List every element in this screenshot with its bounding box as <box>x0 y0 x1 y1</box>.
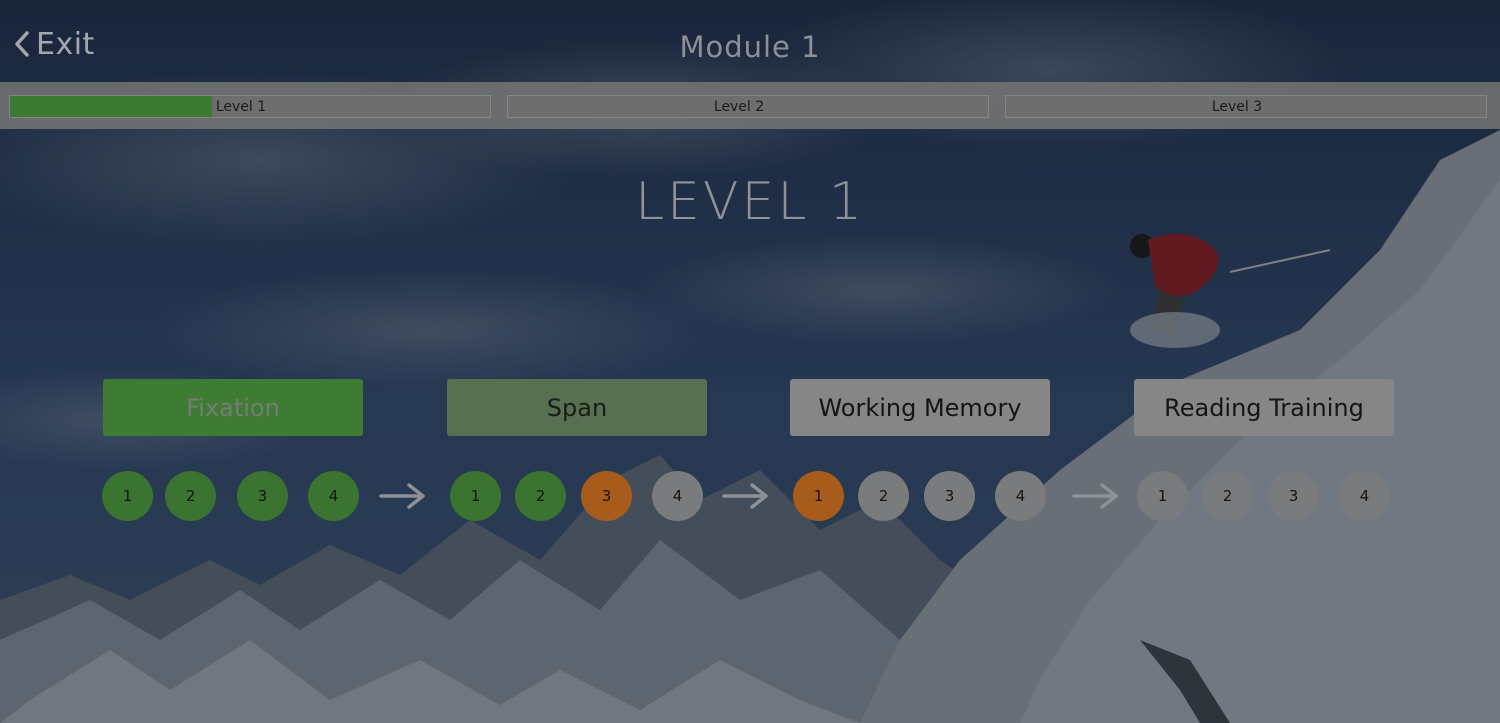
arrow-right-icon <box>722 483 768 509</box>
level-1-progress-label: Level 1 <box>215 98 267 115</box>
level-heading: LEVEL 1 <box>635 172 865 232</box>
arrow-right-icon <box>379 483 425 509</box>
span-step-3[interactable]: 3 <box>581 471 632 521</box>
reading-training-step-4[interactable]: 4 <box>1339 471 1390 521</box>
reading-training-step-3[interactable]: 3 <box>1268 471 1319 521</box>
level-2-progress-bar[interactable]: Level 2 <box>507 95 989 118</box>
working-memory-step-4[interactable]: 4 <box>995 471 1046 521</box>
span-step-2[interactable]: 2 <box>515 471 566 521</box>
level-3-progress-bar[interactable]: Level 3 <box>1005 95 1487 118</box>
reading-training-step-2[interactable]: 2 <box>1202 471 1253 521</box>
span-step-4[interactable]: 4 <box>652 471 703 521</box>
level-1-progress-bar[interactable]: Level 1 <box>9 95 491 118</box>
fixation-step-3[interactable]: 3 <box>237 471 288 521</box>
level-progress-band: Level 1 Level 2 Level 3 <box>0 82 1500 129</box>
reading-training-step-1[interactable]: 1 <box>1137 471 1188 521</box>
span-step-1[interactable]: 1 <box>450 471 501 521</box>
level-3-progress-label: Level 3 <box>1211 98 1263 115</box>
stage-reading-training-button[interactable]: Reading Training <box>1134 379 1394 436</box>
working-memory-step-3[interactable]: 3 <box>924 471 975 521</box>
stage-span-button[interactable]: Span <box>447 379 707 436</box>
module-title: Module 1 <box>679 30 821 64</box>
stage-fixation-button[interactable]: Fixation <box>103 379 363 436</box>
fixation-step-1[interactable]: 1 <box>102 471 153 521</box>
stage-working-memory-button[interactable]: Working Memory <box>790 379 1050 436</box>
arrow-right-icon <box>1072 483 1118 509</box>
working-memory-step-1[interactable]: 1 <box>793 471 844 521</box>
fixation-step-2[interactable]: 2 <box>165 471 216 521</box>
working-memory-step-2[interactable]: 2 <box>858 471 909 521</box>
fixation-step-4[interactable]: 4 <box>308 471 359 521</box>
level-2-progress-label: Level 2 <box>713 98 765 115</box>
